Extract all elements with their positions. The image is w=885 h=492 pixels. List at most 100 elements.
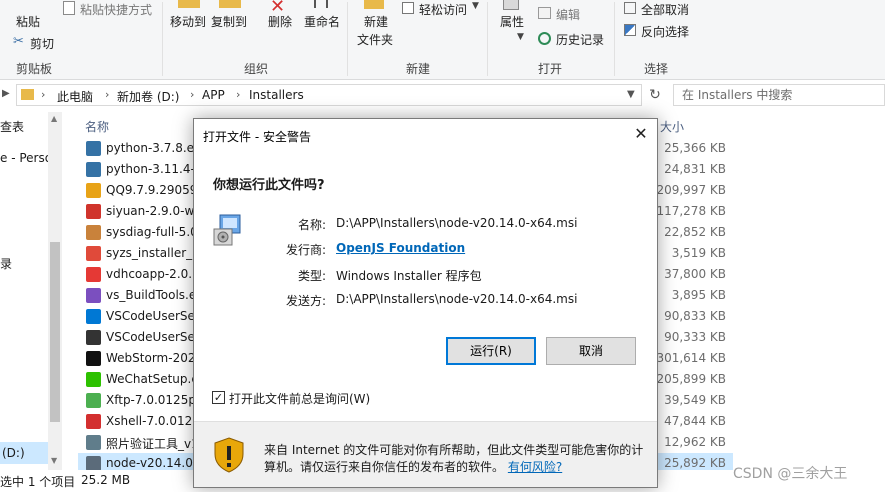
cut-button[interactable]: 剪切: [30, 35, 54, 52]
file-size: 12,962 KB: [664, 435, 726, 449]
risk-link[interactable]: 有何风险?: [508, 460, 562, 474]
publisher-link[interactable]: OpenJS Foundation: [336, 241, 465, 255]
edit-button[interactable]: 编辑: [556, 6, 580, 23]
navpane-scrollbar[interactable]: ▲ ▼: [48, 112, 62, 470]
cancel-button[interactable]: 取消: [546, 337, 636, 365]
file-name: WeChatSetup.e: [106, 372, 199, 386]
new-group-label: 新建: [406, 62, 431, 76]
file-icon: [86, 288, 101, 303]
scrollbar-thumb[interactable]: [50, 242, 60, 422]
file-size: 37,800 KB: [664, 267, 726, 281]
file-name: python-3.11.4-a: [106, 162, 203, 176]
always-ask-label[interactable]: 打开此文件前总是询问(W): [229, 390, 370, 407]
file-icon: [86, 309, 101, 324]
open-group-label: 打开: [538, 62, 563, 76]
nav-item-label: (D:): [2, 446, 25, 460]
dialog-title: 打开文件 - 安全警告: [203, 130, 311, 144]
file-icon: [86, 162, 101, 177]
move-to-button[interactable]: 移动到: [170, 13, 206, 30]
file-size: 25,892 KB: [664, 456, 726, 470]
file-icon: [86, 204, 101, 219]
nav-item[interactable]: e - Perso: [0, 151, 52, 165]
file-icon: [86, 372, 101, 387]
file-name: Xftp-7.0.0125p.: [106, 393, 200, 407]
file-icon: [86, 267, 101, 282]
security-warning-dialog: 打开文件 - 安全警告 ✕ 你想运行此文件吗? 名称: D:\APP\Insta…: [193, 118, 658, 488]
ribbon-divider: [614, 2, 615, 76]
chevron-down-icon[interactable]: ▼: [627, 89, 635, 100]
dialog-question: 你想运行此文件吗?: [213, 178, 325, 193]
watermark: CSDN @三余大王: [733, 466, 848, 482]
paste-shortcut-button[interactable]: 粘贴快捷方式: [80, 1, 152, 18]
dialog-warning-area: 来自 Internet 的文件可能对你有所帮助，但此文件类型可能危害你的计算机。…: [194, 421, 657, 487]
delete-button[interactable]: 删除: [268, 13, 292, 30]
search-input[interactable]: 在 Installers 中搜索: [673, 84, 885, 106]
new-folder-button-line2[interactable]: 文件夹: [357, 31, 393, 48]
file-icon: [86, 393, 101, 408]
file-icon: [86, 183, 101, 198]
properties-button[interactable]: 属性: [500, 13, 524, 30]
file-icon: [86, 435, 101, 450]
address-bar[interactable]: › 此电脑 › 新加卷 (D:) › APP › Installers ▼: [16, 84, 642, 106]
breadcrumb-separator: ›: [41, 88, 46, 101]
refresh-icon[interactable]: ↻: [645, 85, 665, 105]
file-size: 90,333 KB: [664, 330, 726, 344]
folder-icon: [21, 89, 34, 100]
close-icon[interactable]: ✕: [625, 121, 657, 147]
from-value: D:\APP\Installers\node-v20.14.0-x64.msi: [336, 292, 578, 306]
file-icon: [86, 456, 101, 470]
scroll-down-icon[interactable]: ▼: [51, 456, 57, 465]
file-size: 205,899 KB: [656, 372, 726, 386]
installer-package-icon: [213, 214, 241, 246]
column-header-name[interactable]: 名称: [85, 118, 109, 135]
file-name: vs_BuildTools.e: [106, 288, 197, 302]
breadcrumb-separator: ›: [236, 88, 241, 101]
breadcrumb-separator: ›: [190, 88, 195, 101]
select-none-button[interactable]: 全部取消: [641, 1, 689, 18]
type-label: 类型:: [297, 269, 326, 283]
history-icon: [538, 32, 551, 45]
invert-selection-button[interactable]: 反向选择: [641, 23, 689, 40]
shield-warning-icon: [214, 437, 244, 473]
new-folder-icon: [364, 0, 384, 9]
nav-item[interactable]: 查表: [0, 118, 24, 135]
file-name: sysdiag-full-5.0: [106, 225, 198, 239]
copy-to-button[interactable]: 复制到: [211, 13, 247, 30]
edit-icon: [538, 7, 551, 19]
file-size: 22,852 KB: [664, 225, 726, 239]
easy-access-button[interactable]: 轻松访问: [419, 1, 467, 18]
rename-icon: [314, 0, 328, 8]
breadcrumb-app[interactable]: APP: [202, 88, 225, 102]
name-value: D:\APP\Installers\node-v20.14.0-x64.msi: [336, 216, 578, 230]
file-name: VSCodeUserSe: [106, 330, 195, 344]
up-arrow-icon[interactable]: ▶: [2, 88, 10, 99]
breadcrumb-drive[interactable]: 新加卷 (D:): [117, 88, 179, 105]
file-icon: [86, 141, 101, 156]
status-size: 25.2 MB: [81, 473, 131, 487]
file-size: 90,833 KB: [664, 309, 726, 323]
invert-selection-icon: [624, 24, 636, 36]
file-size: 209,997 KB: [656, 183, 726, 197]
file-size: 47,844 KB: [664, 414, 726, 428]
breadcrumb-this-pc[interactable]: 此电脑: [57, 88, 93, 105]
column-header-size[interactable]: 大小: [660, 118, 684, 135]
scroll-up-icon[interactable]: ▲: [51, 114, 57, 123]
file-name: python-3.7.8.ex: [106, 141, 201, 155]
publisher-label: 发行商:: [285, 243, 326, 257]
paste-button[interactable]: 粘贴: [16, 13, 40, 30]
select-none-icon: [624, 2, 636, 14]
nav-item[interactable]: 录: [0, 255, 12, 272]
file-name: syzs_installer_1: [106, 246, 200, 260]
ribbon-divider: [162, 2, 163, 76]
rename-button[interactable]: 重命名: [304, 13, 340, 30]
new-folder-button[interactable]: 新建: [364, 13, 388, 30]
file-name: Xshell-7.0.0128: [106, 414, 200, 428]
breadcrumb-installers[interactable]: Installers: [249, 88, 304, 102]
run-button[interactable]: 运行(R): [446, 337, 536, 365]
ribbon-divider: [487, 2, 488, 76]
easy-access-icon: [402, 2, 414, 14]
nav-item-drive-selected[interactable]: (D:): [0, 442, 48, 464]
always-ask-checkbox[interactable]: ✓: [212, 391, 225, 404]
file-icon: [86, 246, 101, 261]
history-button[interactable]: 历史记录: [556, 31, 604, 48]
